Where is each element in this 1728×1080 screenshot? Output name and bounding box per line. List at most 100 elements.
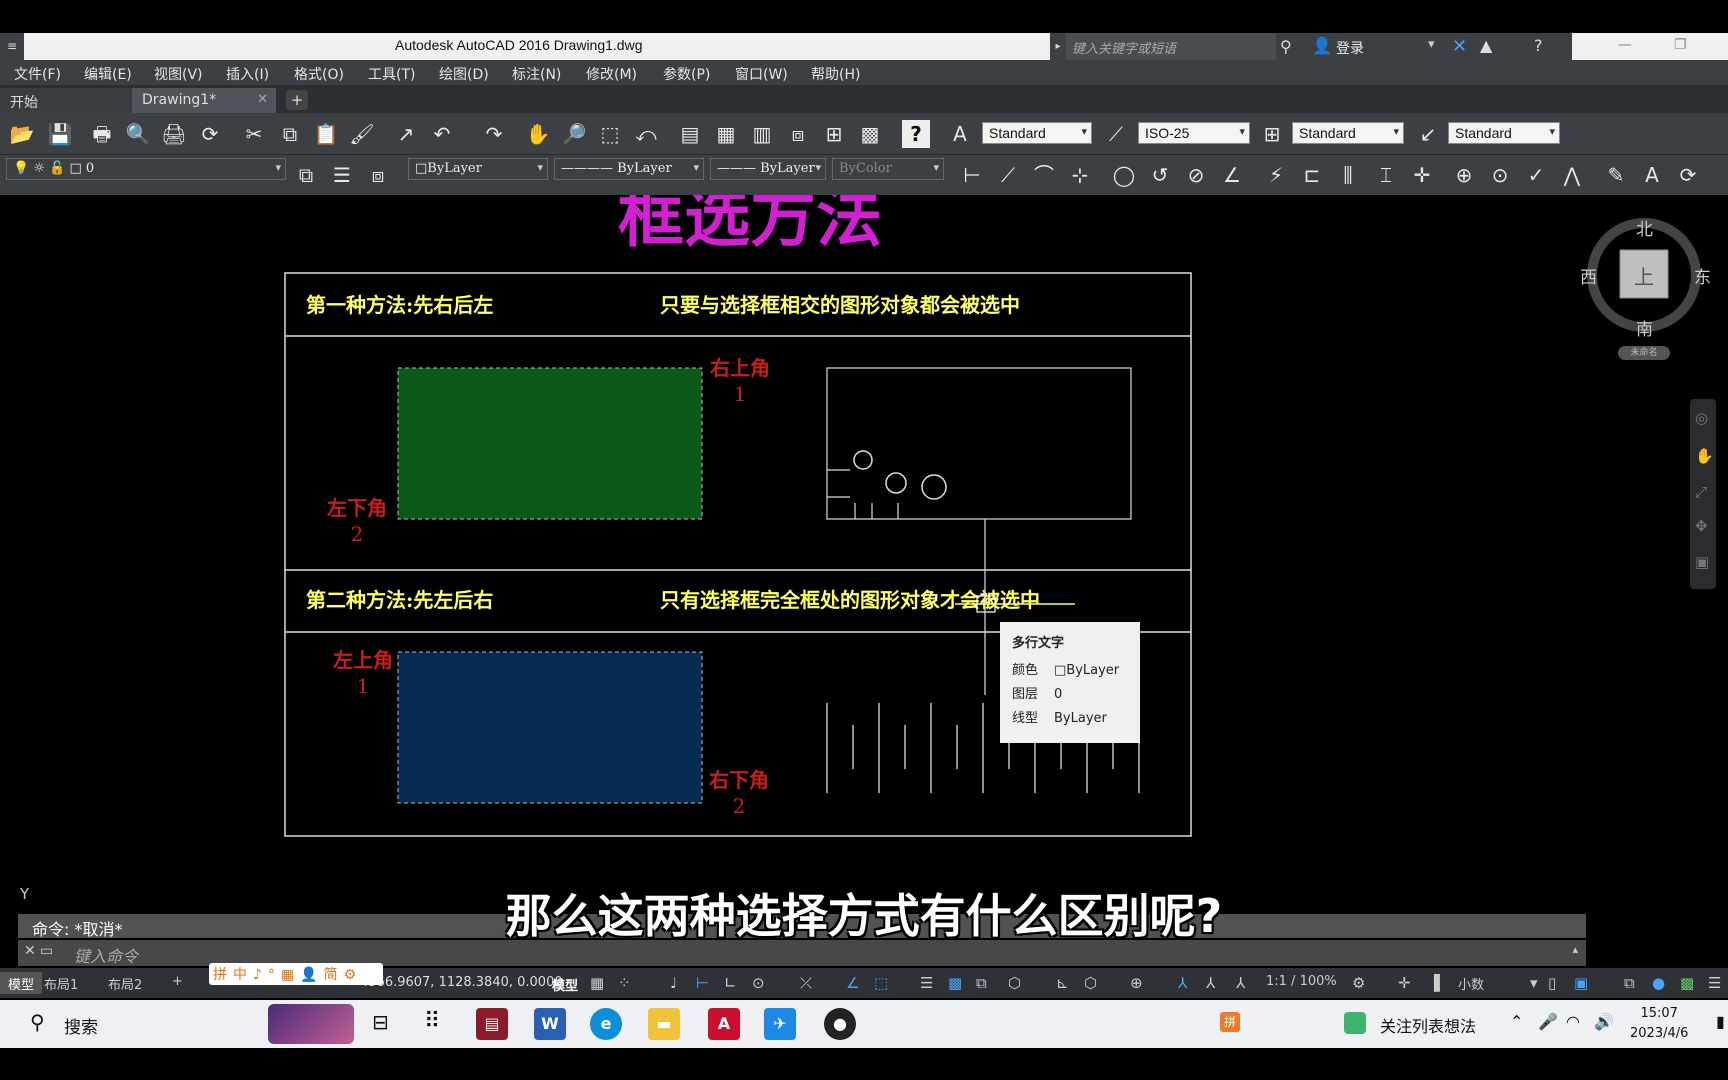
match-properties-icon[interactable]: 🖌 <box>348 120 376 148</box>
undo-icon[interactable]: ↶ <box>428 120 456 148</box>
open-icon[interactable]: 📂 <box>8 120 36 148</box>
viewcube[interactable]: 北 南 西 东 上 未命名 <box>1580 215 1711 365</box>
login-dropdown-icon[interactable]: ▾ <box>1428 37 1435 52</box>
isolate-objects-icon[interactable]: ⧉ <box>1624 974 1635 992</box>
ortho-icon[interactable]: ∟ <box>724 974 737 992</box>
diameter-dim-icon[interactable]: ⊘ <box>1182 161 1210 189</box>
drawing-svg[interactable]: 框选方法 第一种方法:先右后左 只要与选择框相交的图形对象都会被选中 第二种方法… <box>0 195 1728 915</box>
transparency-icon[interactable]: ▩ <box>948 974 962 992</box>
menu-insert[interactable]: 插入(I) <box>226 64 269 84</box>
chevron-down-icon[interactable]: ▾ <box>1530 974 1538 992</box>
plotstyle-dropdown[interactable]: ByColor ▾ <box>832 158 944 180</box>
ime-punctuation-icon[interactable]: ° <box>268 967 281 983</box>
space-dim-icon[interactable]: ⌶ <box>1372 161 1400 189</box>
workspace-gear-icon[interactable]: ⚙ <box>1352 974 1365 992</box>
dim-style-icon[interactable]: ⟋ <box>1102 120 1130 148</box>
feishu-icon[interactable]: ✈ <box>764 1008 796 1040</box>
annotation-scale-icon[interactable]: ⅄ <box>1236 974 1245 992</box>
add-layout-icon[interactable]: + <box>164 972 191 994</box>
login-button[interactable]: 登录 <box>1336 38 1364 58</box>
quick-dim-icon[interactable]: ⚡ <box>1262 161 1290 189</box>
ime-moon-icon[interactable]: ♪ <box>253 967 268 983</box>
selection-filter-icon[interactable]: ⬡ <box>1084 974 1097 992</box>
menu-dimension[interactable]: 标注(N) <box>512 64 561 84</box>
menu-draw[interactable]: 绘图(D) <box>439 64 489 84</box>
compass-north[interactable]: 北 <box>1636 215 1653 240</box>
color-dropdown[interactable]: □ByLayer ▾ <box>408 158 548 180</box>
ime-simplified-icon[interactable]: 简 <box>324 967 344 983</box>
viewcube-top-face[interactable]: 上 <box>1634 261 1654 290</box>
menu-window[interactable]: 窗口(W) <box>735 64 788 84</box>
publish-3d-icon[interactable]: ⟳ <box>196 120 224 148</box>
lineweight-dropdown[interactable]: ——— ByLayer ▾ <box>710 158 826 180</box>
tab-layout2[interactable]: 布局2 <box>100 972 150 994</box>
quickcalc-icon[interactable]: ▩ <box>856 120 884 148</box>
wcs-menu[interactable]: 未命名 <box>1618 346 1670 360</box>
chevron-up-icon[interactable]: ⌃ <box>1510 1012 1523 1031</box>
infer-constraints-icon[interactable]: ♩ <box>670 974 677 992</box>
arc-length-icon[interactable]: ⌒ <box>1030 161 1058 189</box>
zoom-icon[interactable]: ⤢ <box>1695 483 1707 501</box>
lineweight-icon[interactable]: ☰ <box>920 974 933 992</box>
dim-edit-icon[interactable]: ✎ <box>1602 161 1630 189</box>
tray-watchlist-text[interactable]: 关注列表想法 <box>1380 1013 1476 1037</box>
zoom-realtime-icon[interactable]: 🔎 <box>560 120 588 148</box>
file-explorer-icon[interactable]: ▬ <box>648 1008 680 1040</box>
linear-dim-icon[interactable]: ⊢ <box>958 161 986 189</box>
radius-dim-icon[interactable]: ◯ <box>1110 161 1138 189</box>
menu-format[interactable]: 格式(O) <box>294 64 344 84</box>
jogged-dim-icon[interactable]: ↺ <box>1146 161 1174 189</box>
steering-wheel-icon[interactable]: ◎ <box>1695 409 1708 427</box>
ime-logo-icon[interactable]: 拼 <box>213 967 233 983</box>
user-icon[interactable]: 👤 <box>1312 36 1332 55</box>
ime-settings-icon[interactable]: ⚙ <box>344 967 363 983</box>
zoom-window-icon[interactable]: ⬚ <box>596 120 624 148</box>
table-style-dropdown[interactable]: Standard ▾ <box>1292 122 1404 144</box>
units-value[interactable]: 小数 <box>1458 974 1484 993</box>
matchprop-icon[interactable]: ↗ <box>392 120 420 148</box>
wifi-icon[interactable]: ◠ <box>1566 1012 1580 1031</box>
tool-palettes-icon[interactable]: ▥ <box>748 120 776 148</box>
annotation-visibility-icon[interactable]: ⅄ <box>1178 974 1187 992</box>
orbit-icon[interactable]: ✥ <box>1695 517 1708 535</box>
annotation-scale-value[interactable]: 1:1 / 100% <box>1266 974 1337 989</box>
jogged-linear-icon[interactable]: ⋀ <box>1558 161 1586 189</box>
aligned-dim-icon[interactable]: ⟋ <box>994 161 1022 189</box>
copy-icon[interactable]: ⧉ <box>276 120 304 148</box>
pan-icon[interactable]: ✋ <box>524 120 552 148</box>
text-style-icon[interactable]: A <box>946 120 974 148</box>
graphics-performance-icon[interactable]: ▣ <box>1574 974 1588 992</box>
notification-icon[interactable]: ▮ <box>1716 1012 1725 1031</box>
compass-east[interactable]: 东 <box>1694 263 1711 288</box>
watchlist-icon[interactable] <box>1344 1012 1366 1034</box>
design-center-icon[interactable]: ▦ <box>712 120 740 148</box>
ime-user-icon[interactable]: 👤 <box>300 967 323 983</box>
close-icon[interactable]: ✕ <box>257 92 268 107</box>
showmotion-icon[interactable]: ▣ <box>1695 553 1709 571</box>
tab-drawing1[interactable]: Drawing1* ✕ <box>132 88 276 113</box>
menu-tools[interactable]: 工具(T) <box>368 64 415 84</box>
search-expand-arrow[interactable]: ▸ <box>1050 33 1066 60</box>
microphone-icon[interactable]: 🎤 <box>1538 1012 1558 1031</box>
polar-tracking-icon[interactable]: ⊙ <box>752 974 765 992</box>
application-menu-button[interactable]: ≡ <box>0 33 24 60</box>
dim-style-dropdown[interactable]: ISO-25 ▾ <box>1138 122 1250 144</box>
menu-view[interactable]: 视图(V) <box>154 64 203 84</box>
compass-south[interactable]: 南 <box>1636 315 1653 340</box>
clean-screen-icon[interactable]: ▩ <box>1680 974 1694 992</box>
annotation-monitor-icon[interactable]: ✛ <box>1398 974 1411 992</box>
center-mark-icon[interactable]: ⊙ <box>1486 161 1514 189</box>
ime-keyboard-icon[interactable]: ▦ <box>281 967 300 983</box>
continue-dim-icon[interactable]: ⫼ <box>1334 161 1362 189</box>
restore-icon[interactable]: ❐ <box>1674 37 1687 53</box>
ime-toolbar[interactable]: 拼中♪°▦👤简⚙ <box>209 963 383 985</box>
dynamic-input-icon[interactable]: ⊢ <box>696 974 709 992</box>
break-dim-icon[interactable]: ✛ <box>1408 161 1436 189</box>
ime-chinese-icon[interactable]: 中 <box>233 967 253 983</box>
table-style-icon[interactable]: ⊞ <box>1258 120 1286 148</box>
volume-icon[interactable]: 🔊 <box>1594 1012 1614 1031</box>
word-icon[interactable]: W <box>534 1008 566 1040</box>
compass-west[interactable]: 西 <box>1580 263 1597 288</box>
selection-cycling-icon[interactable]: ⧉ <box>976 974 987 992</box>
drawing-area[interactable]: 框选方法 第一种方法:先右后左 只要与选择框相交的图形对象都会被选中 第二种方法… <box>0 195 1728 915</box>
